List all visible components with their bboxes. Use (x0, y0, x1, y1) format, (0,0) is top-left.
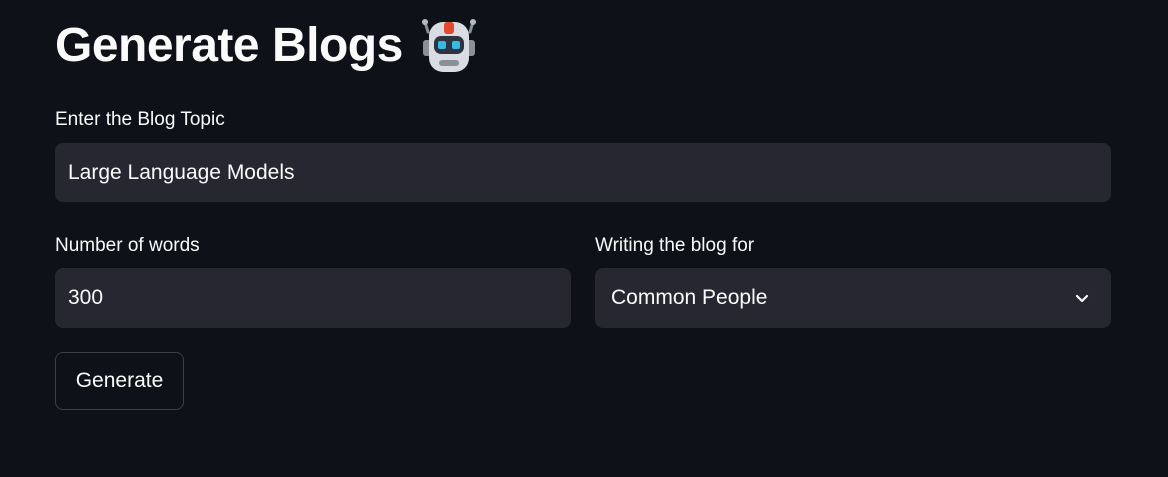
topic-input-value: Large Language Models (68, 160, 295, 184)
topic-label: Enter the Blog Topic (55, 109, 225, 130)
header: Generate Blogs (55, 10, 479, 82)
audience-label: Writing the blog for (595, 235, 755, 256)
audience-select[interactable]: Common People (595, 268, 1111, 328)
generate-button[interactable]: Generate (55, 352, 184, 410)
words-label: Number of words (55, 235, 200, 256)
chevron-down-icon (1073, 289, 1091, 307)
topic-input[interactable]: Large Language Models (55, 143, 1111, 202)
app-page: Generate Blogs Enter the Blog Topic Larg… (0, 0, 1168, 477)
words-input[interactable]: 300 (55, 268, 571, 328)
audience-selected-value: Common People (611, 286, 768, 309)
words-input-value: 300 (68, 286, 104, 309)
page-title: Generate Blogs (55, 19, 403, 72)
robot-icon (419, 16, 479, 76)
